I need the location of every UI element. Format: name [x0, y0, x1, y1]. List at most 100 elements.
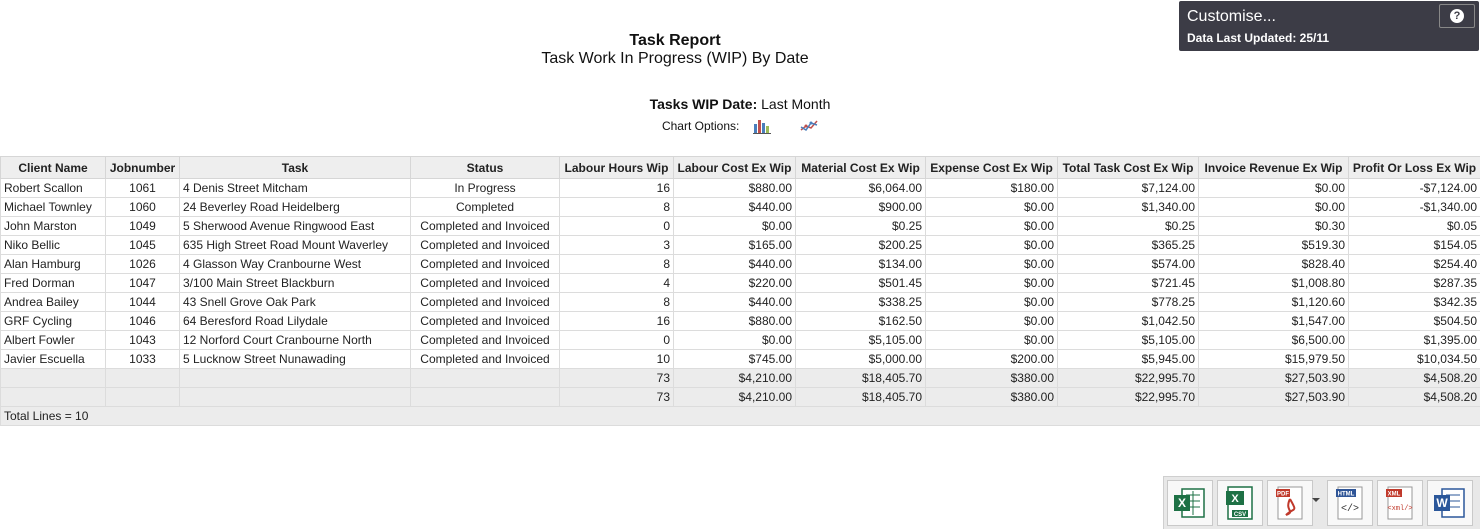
- cell-total-task-cost: $0.25: [1057, 216, 1199, 236]
- cell-expense-cost: $0.00: [925, 235, 1058, 255]
- customise-panel: Customise... Data Last Updated: 25/11 ?: [1179, 1, 1479, 51]
- col-header-task[interactable]: Task: [179, 156, 411, 179]
- csv-export-icon: X CSV: [1226, 486, 1253, 520]
- cell-material-cost: $6,064.00: [795, 178, 926, 198]
- cell-expense-cost: $380.00: [925, 368, 1058, 388]
- cell-invoice-revenue: $0.30: [1198, 216, 1349, 236]
- line-chart-icon[interactable]: [800, 118, 818, 134]
- cell-jobnumber: [105, 368, 180, 388]
- table-row: Albert Fowler 1043 12 Norford Court Cranbo…: [0, 330, 1480, 350]
- bar-chart-icon[interactable]: [752, 118, 771, 134]
- cell-expense-cost: $0.00: [925, 330, 1058, 350]
- excel-export-icon: X: [1174, 488, 1205, 518]
- cell-jobnumber: 1033: [105, 349, 180, 369]
- cell-labour-hours: 73: [559, 387, 674, 407]
- table-row: Robert Scallon 1061 4 Denis Street Mitcham…: [0, 178, 1480, 198]
- cell-expense-cost: $0.00: [925, 292, 1058, 312]
- export-xml-button[interactable]: XML <xml/>: [1377, 480, 1423, 526]
- cell-task: 4 Glasson Way Cranbourne West: [179, 254, 411, 274]
- cell-labour-hours: 8: [559, 292, 674, 312]
- col-header-total-task-cost[interactable]: Total Task Cost Ex Wip: [1057, 156, 1199, 179]
- cell-client-name: Andrea Bailey: [0, 292, 106, 312]
- cell-material-cost: $5,000.00: [795, 349, 926, 369]
- cell-client-name: John Marston: [0, 216, 106, 236]
- cell-invoice-revenue: $0.00: [1198, 197, 1349, 217]
- table-row: Javier Escuella 1033 5 Lucknow Street Nuna…: [0, 349, 1480, 369]
- cell-status: In Progress: [410, 178, 560, 198]
- cell-invoice-revenue: $1,547.00: [1198, 311, 1349, 331]
- cell-task: 24 Beverley Road Heidelberg: [179, 197, 411, 217]
- cell-labour-cost: $880.00: [673, 311, 796, 331]
- cell-task: 5 Lucknow Street Nunawading: [179, 349, 411, 369]
- cell-status: [410, 368, 560, 388]
- cell-total-task-cost: $721.45: [1057, 273, 1199, 293]
- col-header-client-name[interactable]: Client Name: [0, 156, 106, 179]
- table-row: Fred Dorman 1047 3/100 Main Street Blackbu…: [0, 273, 1480, 293]
- cell-profit-loss: $4,508.20: [1348, 368, 1480, 388]
- cell-material-cost: $338.25: [795, 292, 926, 312]
- cell-client-name: [0, 368, 106, 388]
- cell-task: 12 Norford Court Cranbourne North: [179, 330, 411, 350]
- col-header-invoice-revenue[interactable]: Invoice Revenue Ex Wip: [1198, 156, 1349, 179]
- col-header-status[interactable]: Status: [410, 156, 560, 179]
- export-word-button[interactable]: W: [1427, 480, 1473, 526]
- cell-material-cost: $501.45: [795, 273, 926, 293]
- cell-status: Completed and Invoiced: [410, 235, 560, 255]
- export-excel-button[interactable]: X: [1167, 480, 1213, 526]
- cell-client-name: Albert Fowler: [0, 330, 106, 350]
- cell-client-name: GRF Cycling: [0, 311, 106, 331]
- export-pdf-button[interactable]: PDF: [1267, 480, 1313, 526]
- cell-labour-hours: 0: [559, 330, 674, 350]
- cell-task: 64 Beresford Road Lilydale: [179, 311, 411, 331]
- totals-row: 73 $4,210.00 $18,405.70 $380.00 $22,995.70 $2…: [0, 387, 1480, 407]
- cell-profit-loss: $287.35: [1348, 273, 1480, 293]
- cell-profit-loss: $342.35: [1348, 292, 1480, 312]
- col-header-expense-cost[interactable]: Expense Cost Ex Wip: [925, 156, 1058, 179]
- report-title: Task Report: [629, 32, 721, 49]
- cell-client-name: Fred Dorman: [0, 273, 106, 293]
- table-header-row: Client Name Jobnumber Task Status Labour…: [0, 156, 1480, 179]
- cell-client-name: Javier Escuella: [0, 349, 106, 369]
- help-button[interactable]: ?: [1439, 4, 1475, 28]
- cell-expense-cost: $0.00: [925, 273, 1058, 293]
- cell-labour-cost: $440.00: [673, 254, 796, 274]
- cell-jobnumber: 1047: [105, 273, 180, 293]
- cell-profit-loss: $10,034.50: [1348, 349, 1480, 369]
- table-row: Andrea Bailey 1044 43 Snell Grove Oak Park…: [0, 292, 1480, 312]
- col-header-labour-cost[interactable]: Labour Cost Ex Wip: [673, 156, 796, 179]
- cell-client-name: Niko Bellic: [0, 235, 106, 255]
- cell-status: Completed: [410, 197, 560, 217]
- xml-export-icon: XML <xml/>: [1386, 486, 1413, 520]
- cell-labour-hours: 16: [559, 311, 674, 331]
- cell-labour-hours: 4: [559, 273, 674, 293]
- cell-labour-hours: 8: [559, 254, 674, 274]
- cell-jobnumber: 1060: [105, 197, 180, 217]
- cell-status: Completed and Invoiced: [410, 292, 560, 312]
- col-header-profit-loss[interactable]: Profit Or Loss Ex Wip: [1348, 156, 1480, 179]
- col-header-jobnumber[interactable]: Jobnumber: [105, 156, 180, 179]
- export-html-button[interactable]: HTML </>: [1327, 480, 1373, 526]
- cell-invoice-revenue: $15,979.50: [1198, 349, 1349, 369]
- cell-jobnumber: 1061: [105, 178, 180, 198]
- col-header-labour-hours[interactable]: Labour Hours Wip: [559, 156, 674, 179]
- wip-date-value: Last Month: [761, 96, 831, 112]
- cell-material-cost: $18,405.70: [795, 387, 926, 407]
- cell-expense-cost: $0.00: [925, 197, 1058, 217]
- cell-jobnumber: [105, 387, 180, 407]
- pdf-options-dropdown[interactable]: [1312, 498, 1320, 502]
- table-row: Michael Townley 1060 24 Beverley Road Heid…: [0, 197, 1480, 217]
- cell-material-cost: $900.00: [795, 197, 926, 217]
- export-csv-button[interactable]: X CSV: [1217, 480, 1263, 526]
- customise-button[interactable]: Customise...: [1187, 8, 1276, 26]
- col-header-material-cost[interactable]: Material Cost Ex Wip: [795, 156, 926, 179]
- cell-invoice-revenue: $828.40: [1198, 254, 1349, 274]
- cell-invoice-revenue: $27,503.90: [1198, 368, 1349, 388]
- cell-labour-cost: $0.00: [673, 330, 796, 350]
- cell-client-name: [0, 387, 106, 407]
- word-export-icon: W: [1434, 488, 1465, 518]
- cell-status: Completed and Invoiced: [410, 311, 560, 331]
- cell-labour-cost: $4,210.00: [673, 368, 796, 388]
- cell-material-cost: $18,405.70: [795, 368, 926, 388]
- cell-profit-loss: -$1,340.00: [1348, 197, 1480, 217]
- cell-labour-cost: $745.00: [673, 349, 796, 369]
